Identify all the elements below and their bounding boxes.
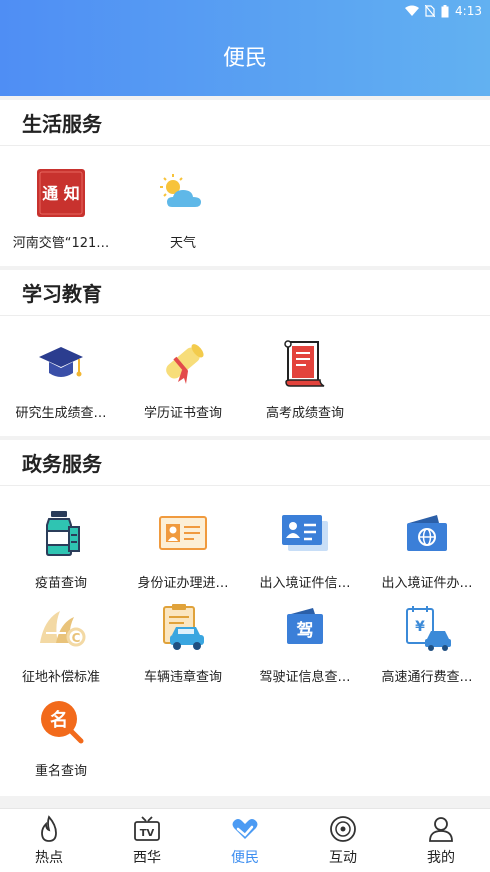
section-education: 学习教育 研究生成绩查… 学历证书查询 高考成绩查询 (0, 270, 490, 436)
page-title: 便民 (222, 46, 267, 71)
section-title: 学习教育 (22, 282, 102, 306)
disc-icon (330, 815, 356, 842)
driver-license-icon: 驾 (278, 600, 332, 654)
service-label: 出入境证件办… (381, 576, 473, 591)
service-label: 高速通行费查… (381, 670, 473, 685)
graduation-cap-icon (34, 336, 88, 390)
no-sim-icon (425, 5, 436, 17)
land-compensation-icon: C (34, 600, 88, 654)
section-title: 生活服务 (22, 112, 102, 136)
service-item-weather[interactable]: 天气 (122, 166, 244, 251)
section-government: 政务服务 疫苗查询 身份证办理进… 出入境证件信… 出入境证件办… C 征地补偿… (0, 440, 490, 796)
service-label: 车辆违章查询 (143, 670, 222, 685)
service-item-exit-entry-info[interactable]: 出入境证件信… (244, 506, 366, 591)
service-label: 身份证办理进… (137, 576, 229, 591)
tab-xihua[interactable]: TV 西华 (98, 809, 196, 872)
service-item-vaccine[interactable]: 疫苗查询 (0, 506, 122, 591)
status-bar: 4:13 (405, 0, 482, 22)
section-life-services: 生活服务 通 知 河南交管“121… 天气 (0, 100, 490, 266)
wifi-icon (405, 5, 420, 16)
service-label: 出入境证件信… (259, 576, 351, 591)
weather-icon (156, 166, 210, 220)
status-time: 4:13 (455, 4, 482, 18)
svg-text:驾: 驾 (297, 621, 314, 641)
section-title: 政务服务 (22, 452, 102, 476)
service-item-land-compensation[interactable]: C 征地补偿标准 (0, 600, 122, 685)
service-item-id-card[interactable]: 身份证办理进… (122, 506, 244, 591)
service-item-traffic-notice[interactable]: 通 知 河南交管“121… (0, 166, 122, 251)
svg-text:¥: ¥ (415, 619, 425, 635)
tab-label: 互动 (329, 849, 357, 866)
tab-hot[interactable]: 热点 (0, 809, 98, 872)
svg-text:TV: TV (140, 828, 155, 839)
svg-text:C: C (72, 631, 81, 645)
header-bar: 4:13 便民 (0, 0, 490, 96)
service-item-driver-license[interactable]: 驾 驾驶证信息查… (244, 600, 366, 685)
tv-icon: TV (134, 815, 160, 841)
service-item-name-search[interactable]: 名 重名查询 (0, 694, 122, 779)
service-label: 驾驶证信息查… (259, 670, 351, 685)
bottom-tab-bar: 热点 TV 西华 便民 互动 我的 (0, 808, 490, 872)
service-item-exit-entry-apply[interactable]: 出入境证件办… (366, 506, 488, 591)
tab-label: 我的 (427, 849, 455, 866)
service-label: 学历证书查询 (143, 406, 222, 421)
exam-scroll-icon (278, 336, 332, 390)
tab-label: 热点 (35, 849, 63, 866)
flame-icon (41, 814, 57, 842)
service-item-car-violation[interactable]: 车辆违章查询 (122, 600, 244, 685)
service-label: 天气 (169, 236, 196, 251)
vaccine-bottle-icon (34, 506, 88, 560)
tab-mine[interactable]: 我的 (392, 809, 490, 872)
tab-convenience[interactable]: 便民 (196, 809, 294, 872)
service-label: 疫苗查询 (34, 576, 87, 591)
toll-fee-icon: ¥ (400, 600, 454, 654)
svg-text:通 知: 通 知 (42, 184, 80, 203)
service-item-gaokao[interactable]: 高考成绩查询 (244, 336, 366, 421)
id-card-icon (156, 506, 210, 560)
battery-icon (441, 4, 449, 17)
service-label: 研究生成绩查… (15, 406, 107, 421)
diploma-scroll-icon (156, 336, 210, 390)
car-violation-icon (156, 600, 210, 654)
service-item-grad-score[interactable]: 研究生成绩查… (0, 336, 122, 421)
certificate-card-icon (278, 506, 332, 560)
user-icon (429, 816, 453, 842)
service-label: 重名查询 (34, 764, 87, 779)
passport-icon (400, 506, 454, 560)
tab-label: 西华 (133, 849, 161, 866)
service-item-toll-fee[interactable]: ¥ 高速通行费查… (366, 600, 488, 685)
service-item-diploma[interactable]: 学历证书查询 (122, 336, 244, 421)
tab-label: 便民 (231, 849, 259, 866)
name-search-icon: 名 (34, 694, 88, 748)
tab-interaction[interactable]: 互动 (294, 809, 392, 872)
svg-text:名: 名 (50, 709, 68, 731)
notice-icon: 通 知 (34, 166, 88, 220)
service-label: 征地补偿标准 (21, 670, 100, 685)
service-label: 高考成绩查询 (265, 406, 344, 421)
service-label: 河南交管“121… (12, 236, 110, 251)
heart-hand-icon (232, 818, 258, 839)
